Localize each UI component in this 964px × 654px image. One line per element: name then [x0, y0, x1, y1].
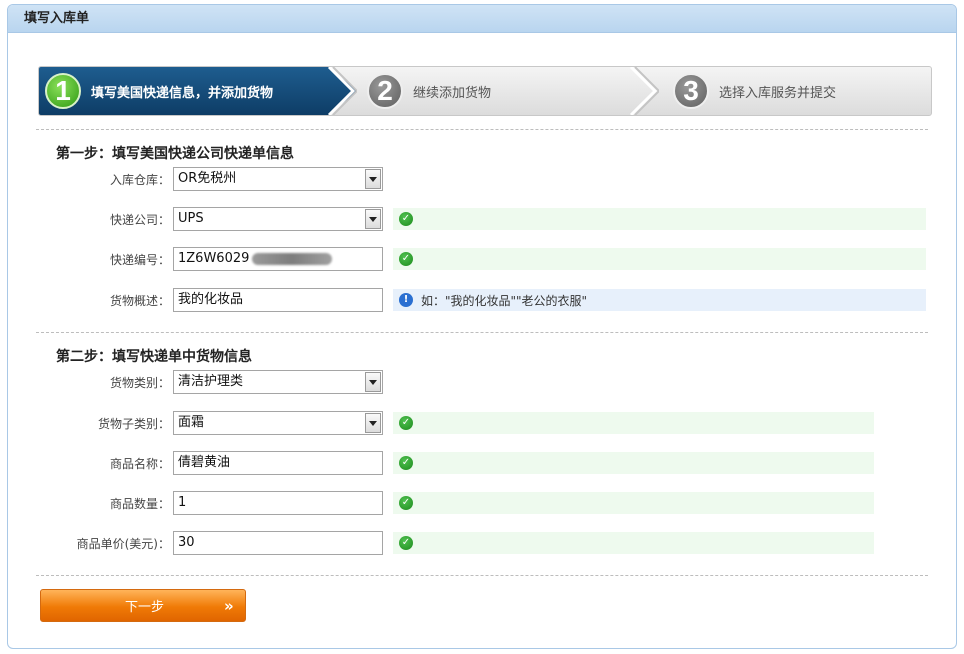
courier-label-box: 快递公司：: [8, 207, 170, 231]
summary-value: 我的化妆品: [178, 292, 244, 307]
subcategory-value: 面霜: [178, 415, 205, 430]
category-select[interactable]: 清洁护理类: [173, 370, 383, 394]
unit-price-ok-bar: ✓: [393, 532, 874, 554]
double-chevron-right-icon: »: [224, 596, 234, 615]
step-2-number-icon: 2: [367, 73, 403, 109]
chevron-down-icon[interactable]: [365, 209, 381, 229]
check-icon: ✓: [399, 536, 413, 550]
summary-input[interactable]: 我的化妆品: [173, 288, 383, 312]
step-3-number-icon: 3: [673, 73, 709, 109]
check-icon: ✓: [399, 252, 413, 266]
courier-ok-bar: ✓: [393, 208, 926, 230]
product-name-value: 倩碧黄油: [178, 455, 231, 470]
tracking-input[interactable]: 1Z6W6029: [173, 247, 383, 271]
step-2: 2 继续添加货物: [353, 67, 663, 115]
stock-in-panel: 填写入库单 1 填写美国快递信息，并添加货物 2 继续添加货物 3 选择入库服务…: [7, 4, 957, 649]
step-3-label: 选择入库服务并提交: [719, 85, 837, 101]
chevron-down-icon[interactable]: [365, 413, 381, 433]
product-name-ok-bar: ✓: [393, 452, 874, 474]
check-icon: ✓: [399, 456, 413, 470]
qty-label-box: 商品数量：: [8, 491, 170, 515]
tracking-label: 快递编号：: [109, 252, 170, 267]
product-name-input[interactable]: 倩碧黄油: [173, 451, 383, 475]
name-label-box: 商品名称：: [8, 451, 170, 475]
subcategory-ok-bar: ✓: [393, 412, 874, 434]
step-1: 1 填写美国快递信息，并添加货物: [39, 67, 357, 115]
warehouse-select[interactable]: OR免税州: [173, 167, 383, 191]
info-icon: !: [399, 293, 413, 307]
quantity-input[interactable]: 1: [173, 491, 383, 515]
step-separator-icon: [629, 67, 659, 115]
chevron-down-icon[interactable]: [365, 372, 381, 392]
subcategory-label: 货物子类别：: [97, 416, 170, 431]
subcategory-label-box: 货物子类别：: [8, 411, 170, 435]
quantity-ok-bar: ✓: [393, 492, 874, 514]
subcategory-select[interactable]: 面霜: [173, 411, 383, 435]
next-step-button[interactable]: 下一步 »: [40, 589, 246, 622]
next-step-label: 下一步: [125, 600, 165, 615]
category-label: 货物类别：: [109, 375, 170, 390]
category-value: 清洁护理类: [178, 374, 244, 389]
warehouse-label: 入库仓库：: [109, 172, 170, 187]
summary-hint: 如："我的化妆品""老公的衣服": [421, 293, 588, 308]
quantity-label: 商品数量：: [109, 496, 170, 511]
chevron-down-icon[interactable]: [365, 169, 381, 189]
check-icon: ✓: [399, 416, 413, 430]
step-2-label: 继续添加货物: [413, 85, 492, 101]
divider: [36, 575, 928, 576]
summary-label-box: 货物概述：: [8, 288, 170, 312]
divider: [36, 129, 928, 130]
summary-hint-bar: ! 如："我的化妆品""老公的衣服": [393, 289, 926, 311]
tracking-value: 1Z6W6029: [178, 251, 250, 266]
courier-label: 快递公司：: [109, 212, 170, 227]
step-3: 3 选择入库服务并提交: [659, 67, 929, 115]
tracking-ok-bar: ✓: [393, 248, 926, 270]
warehouse-value: OR免税州: [178, 171, 237, 186]
panel-title: 填写入库单: [8, 5, 956, 33]
courier-select[interactable]: UPS: [173, 207, 383, 231]
step-1-number-icon: 1: [45, 73, 81, 109]
summary-label: 货物概述：: [109, 293, 170, 308]
quantity-value: 1: [178, 495, 187, 510]
price-label-box: 商品单价(美元)：: [8, 531, 170, 555]
warehouse-label-box: 入库仓库：: [8, 167, 170, 191]
unit-price-label: 商品单价(美元)：: [76, 536, 170, 551]
courier-value: UPS: [178, 211, 204, 226]
progress-steps: 1 填写美国快递信息，并添加货物 2 继续添加货物 3 选择入库服务并提交: [38, 66, 932, 116]
section-2-title: 第二步：填写快递单中货物信息: [56, 349, 252, 365]
check-icon: ✓: [399, 496, 413, 510]
section-1-title: 第一步：填写美国快递公司快递单信息: [56, 146, 294, 162]
redacted-blur: [252, 253, 332, 265]
unit-price-input[interactable]: 30: [173, 531, 383, 555]
divider: [36, 332, 928, 333]
unit-price-value: 30: [178, 535, 195, 550]
category-label-box: 货物类别：: [8, 370, 170, 394]
step-1-label: 填写美国快递信息，并添加货物: [91, 85, 274, 101]
check-icon: ✓: [399, 212, 413, 226]
product-name-label: 商品名称：: [109, 456, 170, 471]
tracking-label-box: 快递编号：: [8, 247, 170, 271]
